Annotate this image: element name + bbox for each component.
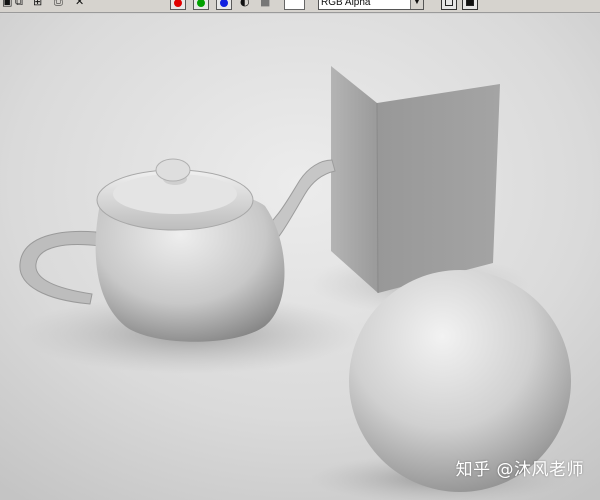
clone-icon[interactable]: ⧉ [15, 0, 23, 10]
color-swatch[interactable] [284, 0, 305, 10]
green-channel-icon [197, 0, 205, 7]
display-mode-button[interactable] [441, 0, 457, 10]
save-icon[interactable]: ▣ [2, 0, 12, 10]
print-icon[interactable]: ⎙ [54, 0, 63, 10]
red-channel-icon [174, 0, 182, 7]
copy-icon[interactable]: ⊞ [33, 0, 42, 10]
rendered-frame-window: ▣ ⧉ ⊞ ⎙ ✕ ◐ ■ RGB Alpha ▼ 知乎 @沐风老师 [0, 0, 600, 500]
alpha-channel-icon[interactable]: ◐ [240, 0, 250, 10]
frame-toolbar: ▣ ⧉ ⊞ ⎙ ✕ ◐ ■ RGB Alpha ▼ [0, 0, 600, 13]
dark-frame-icon [466, 0, 474, 6]
frame-icon [445, 0, 453, 6]
alpha-display-button[interactable] [462, 0, 478, 10]
green-channel-button[interactable] [193, 0, 209, 10]
mono-icon[interactable]: ■ [260, 0, 270, 10]
channel-display-dropdown[interactable]: RGB Alpha ▼ [318, 0, 424, 10]
watermark-text: 知乎 @沐风老师 [455, 460, 584, 480]
red-channel-button[interactable] [170, 0, 186, 10]
channel-display-value: RGB Alpha [321, 0, 371, 8]
blue-channel-button[interactable] [216, 0, 232, 10]
blue-channel-icon [220, 0, 228, 7]
render-viewport [0, 14, 600, 500]
clear-icon[interactable]: ✕ [75, 0, 84, 10]
box-object [331, 66, 500, 294]
chevron-down-icon: ▼ [410, 0, 423, 9]
